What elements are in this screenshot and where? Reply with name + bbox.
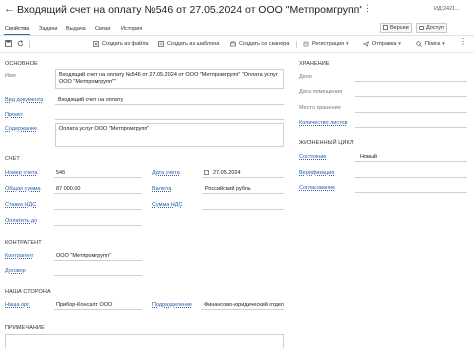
more-actions-icon[interactable]: ⋮ bbox=[459, 38, 467, 46]
chevron-down-icon: ▼ bbox=[345, 41, 350, 46]
content-label[interactable]: Содержание bbox=[5, 126, 37, 133]
state-label[interactable]: Состояние bbox=[299, 154, 326, 161]
access-button[interactable]: Доступ bbox=[416, 23, 447, 33]
total-underline bbox=[54, 186, 142, 194]
case-field[interactable] bbox=[355, 74, 467, 82]
toolbar-separator bbox=[29, 41, 30, 48]
case-label: Дело bbox=[299, 74, 312, 80]
create-from-file-label: Создать из файла bbox=[102, 41, 149, 47]
section-main: Основное bbox=[5, 61, 38, 67]
section-invoice: Счет bbox=[5, 156, 20, 162]
search-icon bbox=[416, 41, 422, 47]
counterparty-underline bbox=[54, 253, 142, 261]
sheets-count-field[interactable] bbox=[355, 120, 467, 128]
name-label: Имя bbox=[5, 73, 16, 79]
toolbar-divider bbox=[0, 52, 474, 53]
vat-rate-field[interactable] bbox=[54, 202, 142, 210]
state-underline bbox=[355, 154, 467, 162]
pay-until-field[interactable] bbox=[54, 218, 142, 226]
pay-until-label[interactable]: Оплатить до bbox=[5, 218, 37, 225]
vat-sum-field[interactable] bbox=[202, 202, 284, 210]
lock-icon bbox=[419, 26, 424, 30]
toolbar: Создать из файла Создать из шаблона Созд… bbox=[0, 38, 474, 51]
name-field[interactable]: Входящий счет на оплату №546 от 27.05.20… bbox=[55, 69, 284, 89]
file-plus-icon bbox=[93, 41, 99, 47]
more-icon[interactable]: ⋮ bbox=[363, 3, 372, 14]
approval-field[interactable] bbox=[355, 185, 467, 193]
access-label: Доступ bbox=[426, 25, 444, 31]
total-label[interactable]: Общая сумма bbox=[5, 186, 41, 193]
our-org-label[interactable]: Наша орг. bbox=[5, 302, 30, 309]
chevron-down-icon: ▼ bbox=[397, 41, 402, 46]
registration-icon bbox=[303, 41, 309, 47]
invoice-date-underline bbox=[202, 170, 284, 178]
department-underline bbox=[202, 302, 284, 310]
chevron-down-icon: ▼ bbox=[441, 41, 446, 46]
verification-label[interactable]: Верификация bbox=[299, 170, 334, 177]
note-field[interactable] bbox=[5, 334, 284, 348]
currency-underline bbox=[202, 186, 284, 194]
create-from-scanner-label: Создать со сканера bbox=[239, 41, 290, 47]
create-from-template-label: Создать из шаблона bbox=[167, 41, 220, 47]
section-our-side: Наша сторона bbox=[5, 289, 51, 295]
versions-icon bbox=[383, 25, 388, 30]
send-label: Отправка bbox=[372, 41, 397, 47]
refresh-icon[interactable] bbox=[17, 40, 24, 50]
section-storage: Хранение bbox=[299, 61, 330, 67]
search-menu[interactable]: Поиск▼ bbox=[416, 40, 446, 48]
verification-field[interactable] bbox=[355, 170, 467, 178]
tabs-divider bbox=[0, 35, 474, 36]
title-bar: ← Входящий счет на оплату №546 от 27.05.… bbox=[0, 0, 474, 21]
section-note: Примечание bbox=[5, 325, 45, 331]
section-lifecycle: Жизненный цикл bbox=[299, 140, 354, 146]
doc-type-label[interactable]: Вид документа bbox=[5, 97, 43, 104]
vat-sum-label[interactable]: Сумма НДС bbox=[152, 202, 182, 209]
versions-button[interactable]: Версии bbox=[380, 23, 412, 33]
create-from-template-button[interactable]: Создать из шаблона bbox=[158, 40, 219, 48]
create-from-scanner-button[interactable]: Создать со сканера bbox=[230, 40, 289, 48]
department-label[interactable]: Подразделение bbox=[152, 302, 192, 309]
tab-links[interactable]: Связи bbox=[95, 25, 110, 33]
approval-label[interactable]: Согласование bbox=[299, 185, 335, 192]
page-title: Входящий счет на оплату №546 от 27.05.20… bbox=[17, 4, 362, 16]
create-from-file-button[interactable]: Создать из файла bbox=[93, 40, 148, 48]
send-icon bbox=[362, 41, 369, 48]
contract-label[interactable]: Договор bbox=[5, 268, 26, 275]
doc-type-underline bbox=[55, 97, 284, 105]
placement-date-field[interactable] bbox=[355, 89, 467, 97]
toolbar-separator bbox=[296, 41, 297, 48]
id-label: ИД: bbox=[434, 6, 444, 12]
storage-place-label: Место хранения bbox=[299, 105, 341, 111]
back-arrow-icon[interactable]: ← bbox=[4, 4, 15, 15]
project-field[interactable] bbox=[55, 112, 284, 120]
section-counterparty: Контрагент bbox=[5, 240, 42, 246]
scanner-icon bbox=[230, 41, 236, 47]
tab-tasks[interactable]: Задачи bbox=[39, 25, 57, 33]
template-icon bbox=[158, 41, 164, 47]
search-label: Поиск bbox=[425, 41, 441, 47]
tab-history[interactable]: История bbox=[121, 25, 142, 33]
tab-properties[interactable]: Свойства bbox=[5, 25, 29, 33]
currency-label[interactable]: Валюта bbox=[152, 186, 171, 193]
tab-issuance[interactable]: Выдача bbox=[66, 25, 86, 33]
send-menu[interactable]: Отправка▼ bbox=[362, 40, 402, 48]
sheets-count-label[interactable]: Количество листов bbox=[299, 120, 348, 127]
invoice-number-underline bbox=[54, 170, 142, 178]
versions-label: Версии bbox=[390, 25, 409, 31]
invoice-date-label[interactable]: Дата счета bbox=[152, 170, 180, 177]
id-value: 2421... bbox=[443, 6, 460, 12]
registration-menu[interactable]: Регистрация▼ bbox=[303, 40, 350, 48]
placement-date-label: Дата помещения bbox=[299, 89, 343, 95]
invoice-number-label[interactable]: Номер счета bbox=[5, 170, 37, 177]
save-icon[interactable] bbox=[5, 40, 12, 50]
vat-rate-label[interactable]: Ставка НДС bbox=[5, 202, 36, 209]
registration-label: Регистрация bbox=[312, 41, 345, 47]
content-field[interactable]: Оплата услуг ООО "Метпромгрупп" bbox=[55, 123, 284, 147]
storage-place-field[interactable] bbox=[355, 105, 467, 113]
counterparty-label[interactable]: Контрагент bbox=[5, 253, 33, 260]
our-org-underline bbox=[54, 302, 142, 310]
project-label[interactable]: Проект bbox=[5, 112, 23, 119]
contract-field[interactable] bbox=[54, 268, 142, 276]
